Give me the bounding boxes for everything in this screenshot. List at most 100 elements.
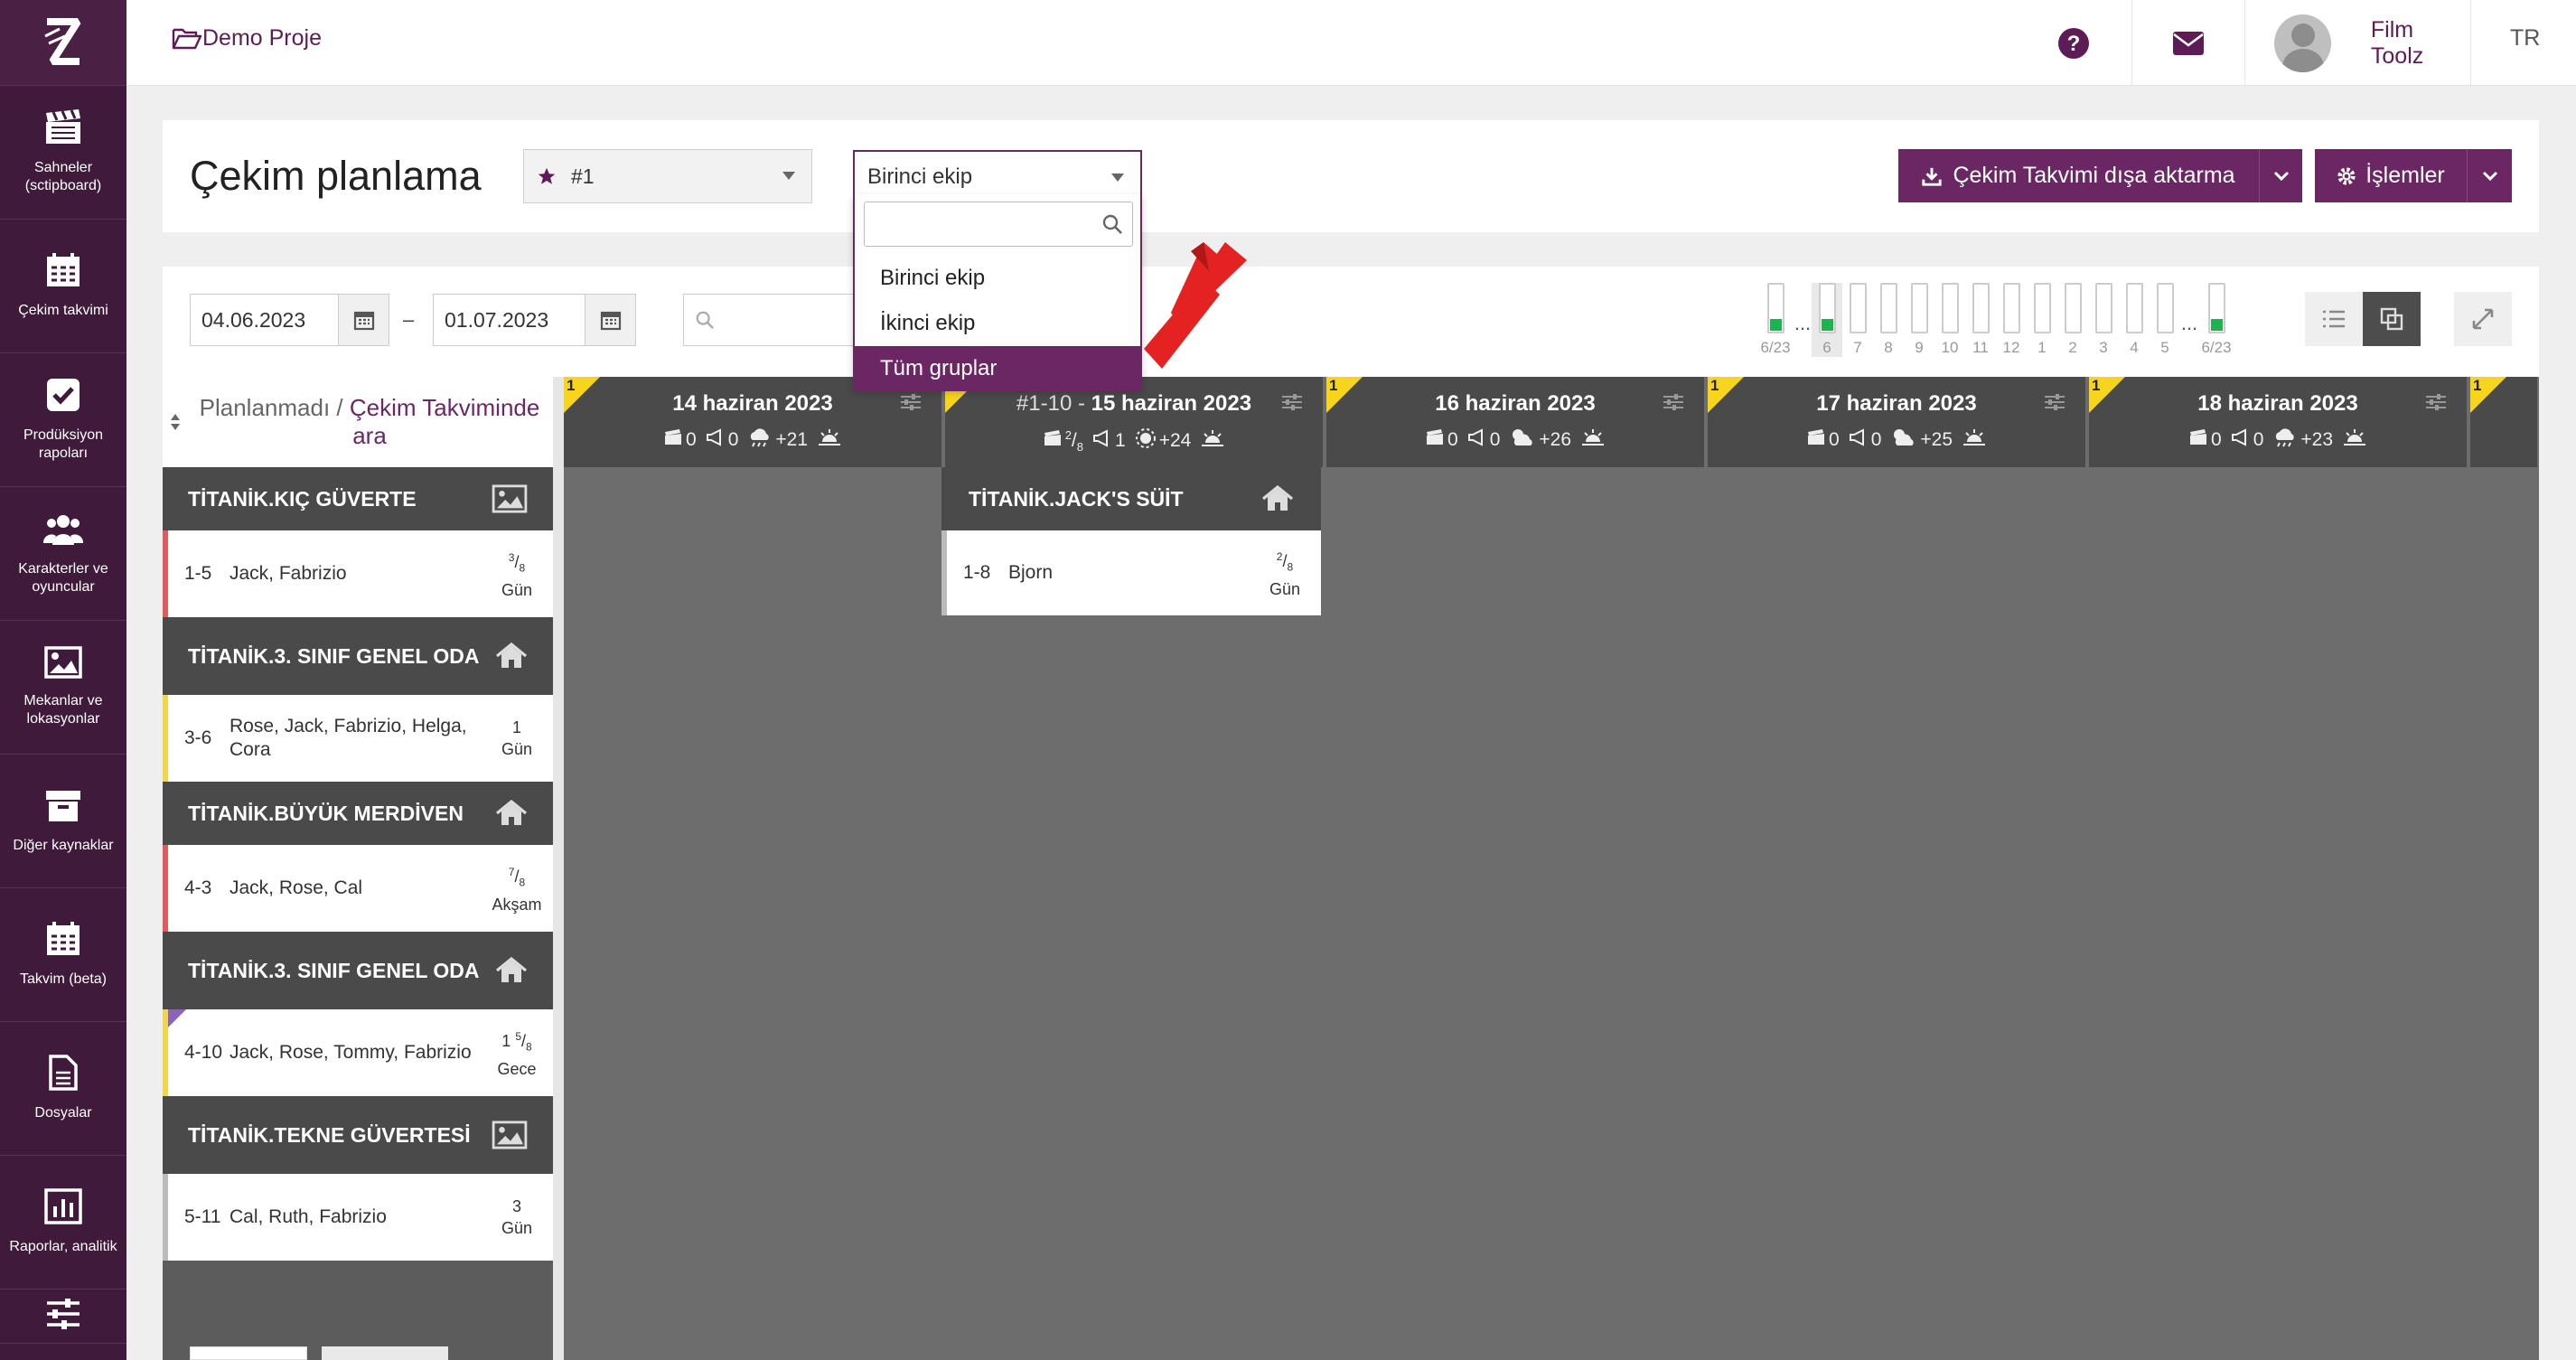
sidebar-item-6[interactable]: Takvim (beta) bbox=[0, 888, 126, 1022]
bottom-tab[interactable] bbox=[190, 1346, 307, 1360]
sidebar-item-4[interactable]: Mekanlar ve lokasyonlar bbox=[0, 621, 126, 755]
page-title: Çekim planlama bbox=[190, 153, 482, 199]
scene-card[interactable]: 4-3 Jack, Rose, Cal 7/8 Akşam bbox=[163, 845, 553, 932]
home-icon bbox=[492, 957, 528, 984]
operations-button[interactable]: İşlemler bbox=[2315, 149, 2467, 202]
scene-characters: Jack, Rose, Cal bbox=[229, 877, 363, 898]
day-indicator-label: 5 bbox=[2160, 339, 2169, 356]
scene-card[interactable]: 1-5 Jack, Fabrizio 3/8 Gün bbox=[163, 530, 553, 617]
sidebar-item-3[interactable]: Karakterler ve oyuncular bbox=[0, 487, 126, 621]
day-column-header[interactable]: 1 18 haziran 2023 0 0 +23 bbox=[2089, 377, 2468, 467]
sliders-icon[interactable] bbox=[1281, 393, 1303, 416]
day-indicator[interactable]: 3 bbox=[2088, 283, 2119, 357]
scene-length-num: 7 bbox=[508, 866, 515, 879]
day-indicator-label: 1 bbox=[2037, 339, 2047, 356]
day-indicator-label: 9 bbox=[1915, 339, 1924, 356]
bottom-tab[interactable] bbox=[322, 1346, 448, 1360]
date-to-field[interactable]: 01.07.2023 bbox=[433, 294, 636, 346]
day-indicator[interactable]: 9 bbox=[1904, 283, 1934, 357]
planned-scene-card[interactable]: 1-8 Bjorn 2/8 Gün bbox=[941, 530, 1321, 615]
user-menu[interactable]: Film Toolz bbox=[2245, 0, 2471, 86]
day-indicator[interactable]: 7 bbox=[1842, 283, 1873, 357]
day-indicator[interactable]: 8 bbox=[1873, 283, 1904, 357]
board-view-button[interactable] bbox=[2363, 292, 2421, 346]
sliders-icon[interactable] bbox=[2425, 393, 2447, 416]
location-name: TİTANİK.3. SINIF GENEL ODA bbox=[188, 644, 480, 668]
day-column-header[interactable]: 1 bbox=[2470, 377, 2539, 467]
sidebar-item-2[interactable]: Prodüksiyon rapoları bbox=[0, 353, 126, 487]
schedule-select[interactable]: #1 bbox=[523, 149, 812, 203]
sidebar-item-0[interactable]: Sahneler (sctipboard) bbox=[0, 86, 126, 220]
day-indicator[interactable]: 6 bbox=[1812, 283, 1842, 357]
unit-dropdown-search[interactable] bbox=[864, 202, 1133, 247]
day-indicator[interactable]: 10 bbox=[1934, 283, 1965, 357]
cast-count: 0 bbox=[727, 429, 739, 450]
unit-option[interactable]: İkinci ekip bbox=[855, 301, 1140, 346]
unit-option[interactable]: Tüm gruplar bbox=[855, 346, 1140, 391]
planning-header: Çekim planlama #1 Birinci ekip Çekim Tak… bbox=[163, 120, 2539, 232]
scene-length-den: 8 bbox=[526, 1040, 532, 1054]
day-indicator[interactable]: 2 bbox=[2057, 283, 2088, 357]
unit-option[interactable]: Birinci ekip bbox=[855, 256, 1140, 301]
day-date: 14 haziran 2023 bbox=[672, 391, 833, 416]
export-schedule-button[interactable]: Çekim Takvimi dışa aktarma bbox=[1898, 149, 2259, 202]
app-logo[interactable] bbox=[0, 0, 126, 86]
megaphone-icon bbox=[706, 428, 726, 452]
day-indicator[interactable]: 5 bbox=[2150, 283, 2180, 357]
list-view-button[interactable] bbox=[2305, 292, 2363, 346]
operations-dropdown-toggle[interactable] bbox=[2467, 149, 2512, 202]
operations-label: İşlemler bbox=[2365, 163, 2445, 188]
sliders-icon[interactable] bbox=[1663, 393, 1684, 416]
sunrise-icon bbox=[1962, 427, 1987, 453]
day-indicator[interactable]: 6/23 bbox=[2198, 283, 2234, 357]
day-indicator[interactable]: 6/23 bbox=[1757, 283, 1794, 357]
calendar-icon[interactable] bbox=[585, 295, 635, 345]
scene-length-whole: 1 bbox=[511, 718, 521, 736]
day-columns: 1 14 haziran 2023 0 0 +21 1 #1-10 - 15 haziran… bbox=[564, 377, 2539, 1360]
panel-divider[interactable] bbox=[553, 377, 564, 1360]
language-switch[interactable]: TR bbox=[2510, 25, 2540, 52]
day-indicator-label: 6/23 bbox=[1760, 339, 1791, 356]
unit-dropdown-search-input[interactable] bbox=[865, 202, 1091, 244]
scene-card[interactable]: 5-11 Cal, Ruth, Fabrizio 3 Gün bbox=[163, 1174, 553, 1261]
scene-count: 2/8 bbox=[1064, 427, 1083, 455]
sidebar-item-9[interactable] bbox=[0, 1290, 126, 1344]
date-from-field[interactable]: 04.06.2023 bbox=[190, 294, 389, 346]
attention-arrow-icon bbox=[1144, 242, 1247, 369]
project-name: Demo Proje bbox=[202, 25, 322, 51]
scene-card[interactable]: 4-10 Jack, Rose, Tommy, Fabrizio 1 5/8 Gece bbox=[163, 1009, 553, 1096]
help-button[interactable]: ? bbox=[2015, 0, 2132, 86]
clapperboard-icon bbox=[663, 428, 683, 452]
day-column-header[interactable]: 1 17 haziran 2023 0 0 +25 bbox=[1708, 377, 2087, 467]
date-from-value: 04.06.2023 bbox=[201, 307, 306, 332]
sort-icon[interactable] bbox=[170, 413, 181, 431]
fullscreen-button[interactable] bbox=[2454, 292, 2512, 346]
sidebar-item-5[interactable]: Diğer kaynaklar bbox=[0, 755, 126, 888]
sidebar-item-1[interactable]: Çekim takvimi bbox=[0, 220, 126, 353]
mail-button[interactable] bbox=[2132, 0, 2245, 86]
day-indicator[interactable]: 12 bbox=[1996, 283, 2027, 357]
image-icon bbox=[492, 484, 528, 513]
day-indicator[interactable]: 11 bbox=[1965, 283, 1996, 357]
day-column-header[interactable]: 1 16 haziran 2023 0 0 +26 bbox=[1326, 377, 1706, 467]
home-icon bbox=[492, 800, 528, 827]
day-indicator-label: 4 bbox=[2130, 339, 2139, 356]
day-date: 17 haziran 2023 bbox=[1816, 391, 1977, 416]
day-indicator[interactable]: 4 bbox=[2119, 283, 2150, 357]
scene-search-input[interactable] bbox=[683, 294, 873, 346]
sidebar-item-8[interactable]: Raporlar, analitik bbox=[0, 1156, 126, 1290]
scene-card[interactable]: 3-6 Rose, Jack, Fabrizio, Helga, Cora 1 Gün bbox=[163, 695, 553, 782]
export-dropdown-toggle[interactable] bbox=[2259, 149, 2302, 202]
calendar-icon[interactable] bbox=[338, 295, 389, 345]
gear-icon bbox=[2337, 166, 2356, 185]
search-in-schedule-link[interactable]: Çekim Takviminde ara bbox=[350, 394, 539, 449]
day-progress-box bbox=[2002, 283, 2020, 333]
project-link[interactable]: Demo Proje bbox=[172, 25, 322, 52]
sidebar-item-7[interactable]: Dosyalar bbox=[0, 1022, 126, 1156]
sliders-icon[interactable] bbox=[900, 393, 922, 416]
day-indicator[interactable]: 1 bbox=[2027, 283, 2057, 357]
sliders-icon[interactable] bbox=[2044, 393, 2065, 416]
unit-dropdown-menu: Birinci ekip İkinci ekip Tüm gruplar bbox=[853, 194, 1142, 391]
schedule-select-value: #1 bbox=[571, 164, 595, 188]
day-progress-strip: 6/23... 6 7 8 9 10 11 12 1 2 3 4 5... 6/23 bbox=[1757, 283, 2234, 357]
